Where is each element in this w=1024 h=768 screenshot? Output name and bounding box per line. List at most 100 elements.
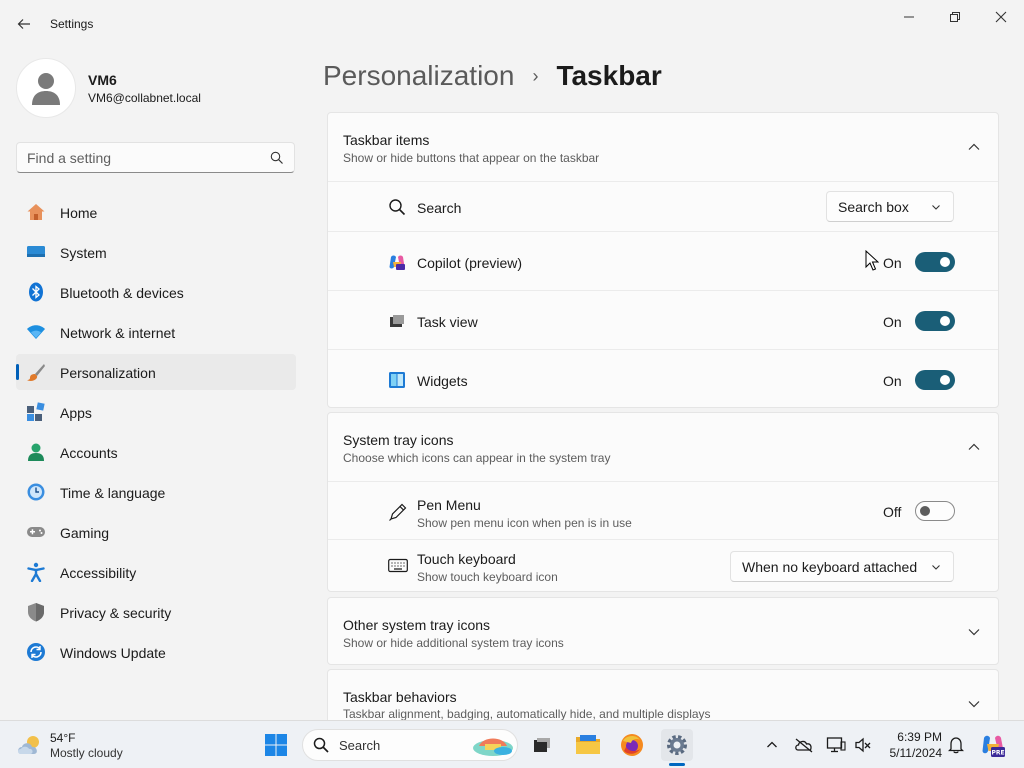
firefox-icon	[621, 734, 643, 756]
section-title: Taskbar items	[343, 132, 430, 148]
widgets-state: On	[883, 373, 902, 389]
back-button[interactable]	[12, 12, 36, 36]
other-tray-section[interactable]: Other system tray icons Show or hide add…	[327, 597, 999, 665]
copilot-row: Copilot (preview) On	[328, 231, 998, 290]
sidebar-item-privacy[interactable]: Privacy & security	[16, 594, 296, 630]
firefox-button[interactable]	[616, 729, 648, 761]
windows-logo-icon	[265, 734, 287, 756]
sidebar-item-windows-update[interactable]: Windows Update	[16, 634, 296, 670]
pen-menu-label: Pen Menu	[417, 497, 481, 513]
chevron-down-icon	[932, 565, 940, 570]
task-view-row: Task view On	[328, 290, 998, 349]
search-row: Search Search box	[328, 181, 998, 231]
settings-search[interactable]	[16, 142, 295, 173]
widgets-label: Widgets	[417, 373, 468, 389]
section-title: Taskbar behaviors	[343, 689, 457, 705]
sidebar-item-apps[interactable]: Apps	[16, 394, 296, 430]
pen-menu-description: Show pen menu icon when pen is in use	[417, 516, 632, 530]
task-view-icon	[390, 315, 404, 327]
pen-icon	[389, 503, 407, 521]
sidebar-item-label: Gaming	[60, 525, 110, 541]
search-style-dropdown[interactable]: Search box	[826, 191, 954, 222]
taskbar-items-header[interactable]: Taskbar items Show or hide buttons that …	[328, 113, 998, 181]
sidebar-item-label: Network & internet	[60, 325, 176, 341]
task-view-label: Task view	[417, 314, 478, 330]
widgets-toggle[interactable]	[915, 370, 955, 390]
copilot-toggle[interactable]	[915, 252, 955, 272]
user-profile[interactable]: VM6 VM6@collabnet.local	[16, 58, 296, 118]
shield-icon	[28, 603, 44, 622]
start-button[interactable]	[260, 729, 292, 761]
sidebar-item-bluetooth[interactable]: Bluetooth & devices	[16, 274, 296, 310]
sidebar-item-system[interactable]: System	[16, 234, 296, 270]
chevron-down-icon[interactable]	[966, 696, 982, 712]
bell-icon	[948, 737, 964, 754]
sidebar-item-home[interactable]: Home	[16, 194, 296, 230]
task-view-toggle[interactable]	[915, 311, 955, 331]
sidebar-item-gaming[interactable]: Gaming	[16, 514, 296, 550]
sidebar-item-accounts[interactable]: Accounts	[16, 434, 296, 470]
sidebar-nav: Home System Bluetooth & devices Network …	[16, 194, 296, 674]
user-name: VM6	[88, 72, 117, 88]
show-hidden-icons-button[interactable]	[762, 735, 782, 755]
home-icon	[27, 204, 45, 220]
pen-menu-state: Off	[883, 504, 902, 520]
sidebar-item-label: Personalization	[60, 365, 156, 381]
taskbar-search[interactable]: Search	[302, 729, 518, 761]
task-view-button[interactable]	[526, 729, 558, 761]
chevron-up-icon[interactable]	[966, 439, 982, 455]
display-tray-button[interactable]	[826, 735, 846, 755]
search-highlight-icon	[473, 738, 513, 756]
file-explorer-button[interactable]	[572, 729, 604, 761]
sidebar-item-accessibility[interactable]: Accessibility	[16, 554, 296, 590]
weather-widget[interactable]: 54°F Mostly cloudy	[16, 729, 166, 761]
chevron-down-icon[interactable]	[966, 624, 982, 640]
search-input[interactable]	[27, 149, 257, 167]
settings-app-button[interactable]	[661, 729, 693, 761]
copilot-label: Copilot (preview)	[417, 255, 523, 271]
apps-icon	[27, 402, 45, 421]
touch-keyboard-dropdown[interactable]: When no keyboard attached	[730, 551, 954, 582]
sidebar-item-personalization[interactable]: Personalization	[16, 354, 296, 390]
notifications-button[interactable]	[946, 735, 966, 755]
weather-temperature: 54°F	[50, 731, 76, 745]
close-icon	[995, 11, 1007, 23]
section-subtitle: Show or hide additional system tray icon…	[343, 636, 564, 650]
minimize-button[interactable]	[892, 6, 926, 28]
breadcrumb-parent[interactable]: Personalization	[323, 60, 514, 92]
minimize-icon	[904, 16, 914, 18]
accessibility-icon	[27, 562, 45, 582]
sidebar-item-label: Accessibility	[60, 565, 137, 581]
task-view-icon	[534, 738, 550, 752]
active-app-indicator	[669, 763, 685, 766]
onedrive-tray-button[interactable]	[794, 735, 814, 755]
chevron-up-icon[interactable]	[966, 139, 982, 155]
taskbar-behaviors-section[interactable]: Taskbar behaviors Taskbar alignment, bad…	[327, 669, 999, 720]
touch-keyboard-description: Show touch keyboard icon	[417, 570, 558, 584]
mouse-cursor-icon	[865, 250, 879, 271]
section-subtitle: Show or hide buttons that appear on the …	[343, 151, 600, 165]
search-icon[interactable]	[270, 151, 284, 165]
close-button[interactable]	[984, 6, 1018, 28]
taskbar-clock[interactable]: 6:39 PM 5/11/2024	[880, 729, 943, 761]
clock-time: 6:39 PM	[897, 730, 942, 744]
title-bar: Settings	[0, 0, 1024, 48]
sidebar-item-label: Bluetooth & devices	[60, 285, 184, 301]
svg-text:PRE: PRE	[991, 750, 1004, 757]
update-icon	[27, 643, 45, 661]
sidebar-item-time-language[interactable]: Time & language	[16, 474, 296, 510]
sidebar-item-network[interactable]: Network & internet	[16, 314, 296, 350]
weather-condition: Mostly cloudy	[50, 746, 123, 760]
search-label: Search	[417, 200, 462, 216]
touch-keyboard-row: Touch keyboard Show touch keyboard icon …	[328, 539, 998, 592]
bluetooth-icon	[29, 282, 43, 302]
copilot-taskbar-button[interactable]: PRE	[980, 732, 1006, 758]
pen-menu-toggle[interactable]	[915, 501, 955, 521]
sidebar-item-label: Time & language	[60, 485, 166, 501]
system-tray-header[interactable]: System tray icons Choose which icons can…	[328, 413, 998, 481]
taskbar-search-label: Search	[339, 738, 381, 753]
maximize-button[interactable]	[938, 6, 972, 28]
volume-tray-button[interactable]	[853, 735, 873, 755]
section-title: System tray icons	[343, 432, 454, 448]
section-subtitle: Taskbar alignment, badging, automaticall…	[343, 707, 711, 720]
